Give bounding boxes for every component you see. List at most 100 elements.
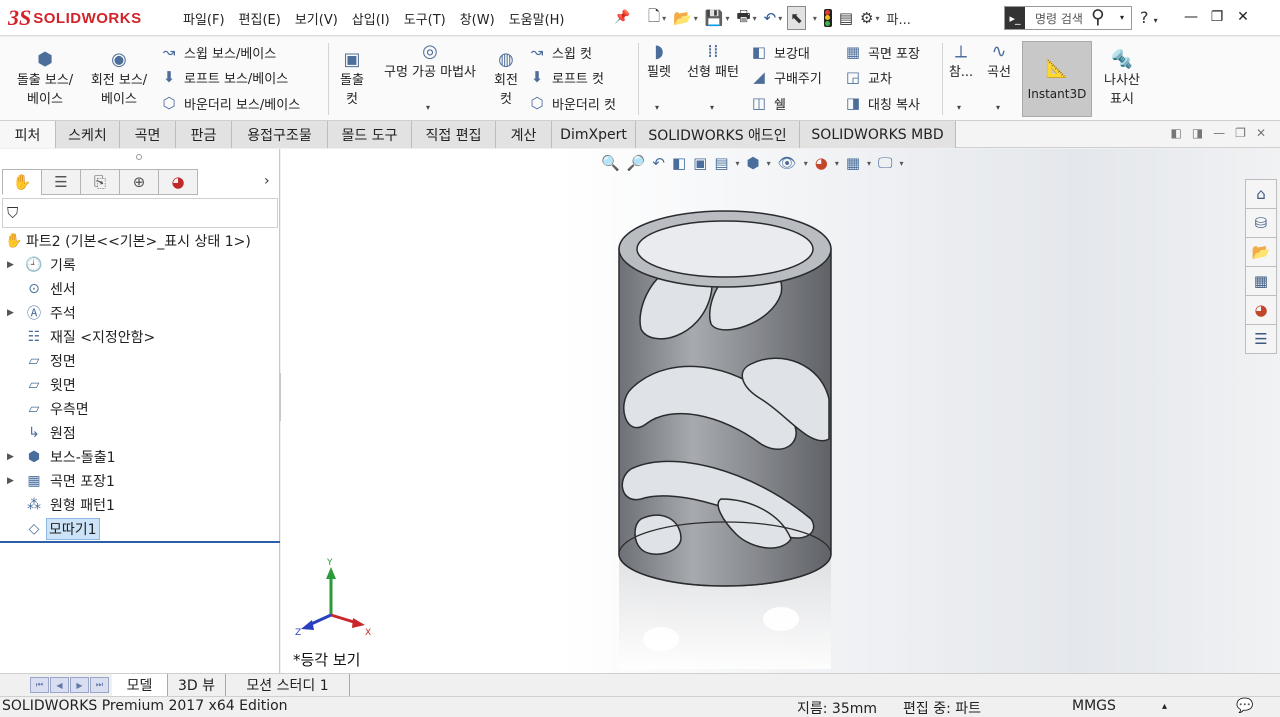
tab-motion-study[interactable]: 모션 스터디 1	[226, 674, 350, 696]
zoom-to-fit-icon[interactable]: 🔍	[601, 154, 620, 172]
doc-close-icon[interactable]: ✕	[1256, 126, 1266, 140]
search-icon[interactable]: ⚲	[1091, 6, 1105, 28]
open-button[interactable]: 📂 ▾	[671, 6, 700, 30]
tree-item-material[interactable]: ☷ 재질 <지정안함>	[0, 325, 280, 349]
tab-mold-tools[interactable]: 몰드 도구	[328, 121, 412, 148]
edit-appearance-icon[interactable]: ◕	[815, 154, 828, 172]
menu-file[interactable]: 파일(F)	[176, 9, 232, 28]
rollback-bar[interactable]	[0, 541, 280, 543]
shell-button[interactable]: ◫ 쉘	[750, 91, 786, 115]
tab-3d-view[interactable]: 3D 뷰	[168, 674, 226, 696]
tree-item-right-plane[interactable]: ▱ 우측면	[0, 397, 280, 421]
previous-view-icon[interactable]: ↶	[652, 154, 665, 172]
revolve-boss-button[interactable]: ◉ 회전 보스/ 베이스	[84, 49, 154, 109]
wrap-button[interactable]: ▦ 곡면 포장	[844, 40, 920, 64]
hide-show-icon[interactable]: 👁	[778, 154, 797, 172]
options-button[interactable]: ⚙ ▾	[858, 6, 881, 30]
graphics-area[interactable]: 🔍 🔎 ↶ ◧ ▣ ▤ ▾ ⬢ ▾ 👁 ▾ ◕ ▾ ▦ ▾ 🖵 ▾ ⌂ ⛁ 📂 ▦ ◕ ☰	[281, 149, 1280, 673]
sweep-cut-button[interactable]: ↝ 스윕 컷	[528, 40, 592, 64]
propertymanager-tab-icon[interactable]: ☰	[41, 169, 81, 195]
loft-cut-button[interactable]: ⬇ 로프트 컷	[528, 65, 604, 89]
select-button[interactable]: ⬉	[787, 6, 806, 30]
select-dropdown[interactable]: ▾	[809, 6, 819, 30]
zoom-to-area-icon[interactable]: 🔎	[627, 154, 646, 172]
close-icon[interactable]: ✕	[1230, 4, 1256, 30]
menu-window[interactable]: 창(W)	[453, 9, 502, 28]
menu-view[interactable]: 보기(V)	[288, 9, 345, 28]
tab-features[interactable]: 피처	[0, 121, 56, 148]
home-icon[interactable]: ⌂	[1245, 179, 1277, 209]
curves-dropdown-icon[interactable]: ▾	[996, 103, 1000, 112]
tree-item-front-plane[interactable]: ▱ 정면	[0, 349, 280, 373]
apply-scene-icon[interactable]: ▦	[846, 154, 860, 172]
expand-arrow-icon[interactable]: ▶	[7, 476, 15, 486]
next-tab-icon[interactable]: ▶	[70, 677, 89, 693]
tab-sheet-metal[interactable]: 판금	[176, 121, 232, 148]
linear-pattern-button[interactable]: ⁞⁞ 선형 패턴	[680, 41, 746, 82]
file-explorer-icon[interactable]: 📂	[1245, 237, 1277, 267]
reference-dropdown-icon[interactable]: ▾	[957, 103, 961, 112]
mirror-button[interactable]: ◨ 대칭 복사	[844, 91, 920, 115]
minimize-icon[interactable]: —	[1178, 4, 1204, 30]
tree-item-circular-pattern[interactable]: ⁂ 원형 패턴1	[0, 493, 280, 517]
expand-arrow-icon[interactable]: ▶	[7, 308, 15, 318]
rebuild-button[interactable]	[822, 6, 834, 30]
hole-wizard-dropdown-icon[interactable]: ▾	[426, 103, 430, 112]
fillet-button[interactable]: ◗ 필렛	[640, 41, 678, 82]
tab-direct-editing[interactable]: 직접 편집	[412, 121, 496, 148]
expand-arrow-icon[interactable]: ▶	[7, 260, 15, 270]
last-tab-icon[interactable]: ⏭	[90, 677, 109, 693]
boundary-cut-button[interactable]: ⬡ 바운더리 컷	[528, 91, 616, 115]
view-orientation-icon[interactable]: ▤	[714, 154, 728, 172]
panel-grip-handle[interactable]	[136, 154, 142, 160]
dimxpertmanager-tab-icon[interactable]: ⊕	[119, 169, 159, 195]
view-palette-icon[interactable]: ▦	[1245, 266, 1277, 296]
tab-surfaces[interactable]: 곡면	[120, 121, 176, 148]
restore-icon[interactable]: ❐	[1204, 4, 1230, 30]
more-tabs-chevron-icon[interactable]: ›	[264, 173, 270, 189]
tree-filter-box[interactable]: ⛉	[2, 198, 278, 228]
units-dropdown-icon[interactable]: ▴	[1162, 701, 1167, 712]
hole-wizard-button[interactable]: ◎ 구멍 가공 마법사	[374, 41, 486, 82]
expand-arrow-icon[interactable]: ▶	[7, 452, 15, 462]
appearances-icon[interactable]: ◕	[1245, 295, 1277, 325]
display-style-icon[interactable]: ⬢	[747, 154, 760, 172]
displaymanager-tab-icon[interactable]: ◕	[158, 169, 198, 195]
linear-pattern-dropdown-icon[interactable]: ▾	[710, 103, 714, 112]
new-document-button[interactable]: 🗋 ▾	[646, 6, 668, 30]
print-button[interactable]: 🖶 ▾	[734, 6, 758, 30]
revolve-cut-button[interactable]: ◍ 회전 컷	[488, 49, 524, 109]
save-button[interactable]: 💾 ▾	[703, 6, 732, 30]
tab-dimxpert[interactable]: DimXpert	[552, 121, 636, 148]
pin-menu-icon[interactable]: 📌	[614, 10, 630, 25]
curves-button[interactable]: ∿ 곡선	[980, 41, 1018, 82]
fillet-dropdown-icon[interactable]: ▾	[655, 103, 659, 112]
search-dropdown-icon[interactable]: ▾	[1120, 13, 1124, 22]
display-style-dropdown-icon[interactable]: ▾	[767, 159, 771, 168]
command-search-box[interactable]: ▸_ 명령 검색 ⚲ ▾	[1004, 6, 1132, 30]
view-orientation-dropdown-icon[interactable]: ▾	[736, 159, 740, 168]
loft-boss-button[interactable]: ⬇ 로프트 보스/베이스	[160, 65, 289, 89]
file-tab[interactable]: 파...	[885, 6, 913, 30]
menu-help[interactable]: 도움말(H)	[502, 9, 572, 28]
menu-tools[interactable]: 도구(T)	[397, 9, 453, 28]
tree-item-sensors[interactable]: ⊙ 센서	[0, 277, 280, 301]
extrude-cut-button[interactable]: ▣ 돌출 컷	[334, 49, 370, 109]
custom-properties-icon[interactable]: ☰	[1245, 324, 1277, 354]
tab-solidworks-addins[interactable]: SOLIDWORKS 애드인	[636, 121, 800, 148]
tree-item-top-plane[interactable]: ▱ 윗면	[0, 373, 280, 397]
sweep-boss-button[interactable]: ↝ 스윕 보스/베이스	[160, 40, 277, 64]
tree-item-wrap[interactable]: ▶ ▦ 곡면 포장1	[0, 469, 280, 493]
tab-model[interactable]: 모델	[112, 674, 168, 696]
instant3d-button[interactable]: 📐 Instant3D	[1022, 41, 1092, 117]
part-model[interactable]	[611, 199, 841, 669]
quick-tips-icon[interactable]: 💬	[1236, 698, 1253, 714]
view-settings-dropdown-icon[interactable]: ▾	[900, 159, 904, 168]
edit-appearance-dropdown-icon[interactable]: ▾	[835, 159, 839, 168]
tree-item-boss-extrude[interactable]: ▶ ⬢ 보스-돌출1	[0, 445, 280, 469]
intersect-button[interactable]: ◲ 교차	[844, 65, 892, 89]
doc-minimize-icon[interactable]: —	[1213, 126, 1225, 140]
doc-restore-icon[interactable]: ❐	[1235, 126, 1246, 140]
tab-evaluate[interactable]: 계산	[496, 121, 552, 148]
hide-show-dropdown-icon[interactable]: ▾	[804, 159, 808, 168]
